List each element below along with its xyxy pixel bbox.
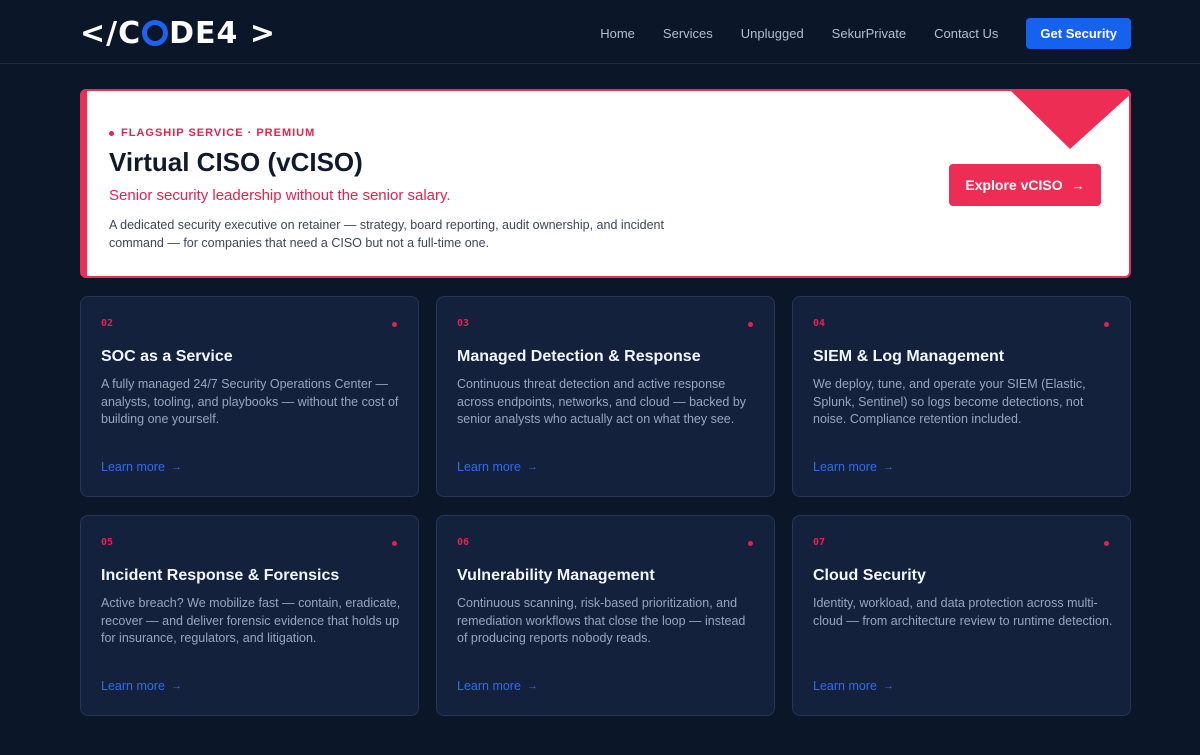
corner-ribbon	[1011, 91, 1129, 149]
nav-unplugged[interactable]: Unplugged	[741, 26, 804, 41]
tag-dot-icon	[109, 130, 114, 136]
card-title: Vulnerability Management	[457, 567, 655, 584]
service-card-soc: 02 SOC as a Service A fully managed 24/7…	[80, 296, 419, 497]
card-description: Identity, workload, and data protection …	[813, 596, 1113, 628]
card-dot-icon	[392, 322, 397, 327]
service-card-vulnerability: 06 Vulnerability Management Continuous s…	[436, 515, 775, 716]
service-card-mdr: 03 Managed Detection & Response Continuo…	[436, 296, 775, 497]
card-title: Managed Detection & Response	[457, 348, 701, 365]
card-description: Continuous threat detection and active r…	[457, 377, 747, 426]
arrow-right-icon: →	[1071, 177, 1085, 193]
arrow-right-icon: →	[882, 680, 894, 692]
card-title: SIEM & Log Management	[813, 348, 1005, 365]
card-number: 04	[813, 318, 826, 329]
card-number: 02	[101, 318, 114, 329]
featured-title: Virtual CISO (vCISO)	[109, 147, 363, 177]
nav-home[interactable]: Home	[600, 26, 635, 41]
card-description: Continuous scanning, risk-based prioriti…	[457, 596, 746, 645]
card-title: Incident Response & Forensics	[101, 567, 340, 584]
featured-tag: FLAGSHIP SERVICE · PREMIUM	[109, 127, 315, 139]
learn-more-label: Learn more	[101, 460, 165, 474]
learn-more-link[interactable]: Learn more →	[457, 679, 538, 693]
learn-more-link[interactable]: Learn more →	[101, 460, 182, 474]
logo-prefix: </C	[80, 15, 142, 51]
featured-service-card: FLAGSHIP SERVICE · PREMIUM Virtual CISO …	[80, 89, 1131, 278]
arrow-right-icon: →	[526, 680, 538, 692]
card-description: A fully managed 24/7 Security Operations…	[101, 377, 399, 426]
code4-logo[interactable]: </C DE4 >	[80, 14, 276, 52]
arrow-right-icon: →	[170, 461, 182, 473]
main-nav: Home Services Unplugged SekurPrivate Con…	[600, 18, 1131, 49]
learn-more-link[interactable]: Learn more →	[101, 679, 182, 693]
learn-more-link[interactable]: Learn more →	[813, 679, 894, 693]
card-number: 03	[457, 318, 470, 329]
featured-subtitle: Senior security leadership without the s…	[109, 187, 451, 204]
get-security-button[interactable]: Get Security	[1026, 18, 1131, 49]
learn-more-label: Learn more	[457, 460, 521, 474]
arrow-right-icon: →	[526, 461, 538, 473]
service-card-siem: 04 SIEM & Log Management We deploy, tune…	[792, 296, 1131, 497]
card-dot-icon	[392, 541, 397, 546]
card-dot-icon	[1104, 541, 1109, 546]
card-number: 06	[457, 537, 470, 548]
service-card-incident-response: 05 Incident Response & Forensics Active …	[80, 515, 419, 716]
learn-more-link[interactable]: Learn more →	[813, 460, 894, 474]
arrow-right-icon: →	[170, 680, 182, 692]
explore-button-label: Explore vCISO	[965, 177, 1063, 193]
nav-services[interactable]: Services	[663, 26, 713, 41]
card-dot-icon	[748, 541, 753, 546]
card-description: Active breach? We mobilize fast — contai…	[101, 596, 401, 645]
nav-contact-us[interactable]: Contact Us	[934, 26, 998, 41]
arrow-right-icon: →	[882, 461, 894, 473]
site-header: </C DE4 > Home Services Unplugged SekurP…	[0, 0, 1200, 64]
featured-description: A dedicated security executive on retain…	[109, 218, 664, 250]
nav-sekurprivate[interactable]: SekurPrivate	[832, 26, 906, 41]
service-card-cloud: 07 Cloud Security Identity, workload, an…	[792, 515, 1131, 716]
logo-suffix: DE4 >	[169, 15, 276, 51]
card-dot-icon	[1104, 322, 1109, 327]
learn-more-label: Learn more	[813, 679, 877, 693]
logo-ring-icon	[142, 20, 169, 46]
explore-vciso-button[interactable]: Explore vCISO →	[949, 164, 1101, 206]
featured-tag-label: FLAGSHIP SERVICE · PREMIUM	[121, 127, 316, 139]
learn-more-link[interactable]: Learn more →	[457, 460, 538, 474]
card-number: 05	[101, 537, 114, 548]
card-dot-icon	[748, 322, 753, 327]
card-title: Cloud Security	[813, 567, 926, 584]
learn-more-label: Learn more	[457, 679, 521, 693]
card-title: SOC as a Service	[101, 348, 233, 365]
learn-more-label: Learn more	[813, 460, 877, 474]
card-number: 07	[813, 537, 826, 548]
learn-more-label: Learn more	[101, 679, 165, 693]
card-description: We deploy, tune, and operate your SIEM (…	[813, 377, 1086, 426]
